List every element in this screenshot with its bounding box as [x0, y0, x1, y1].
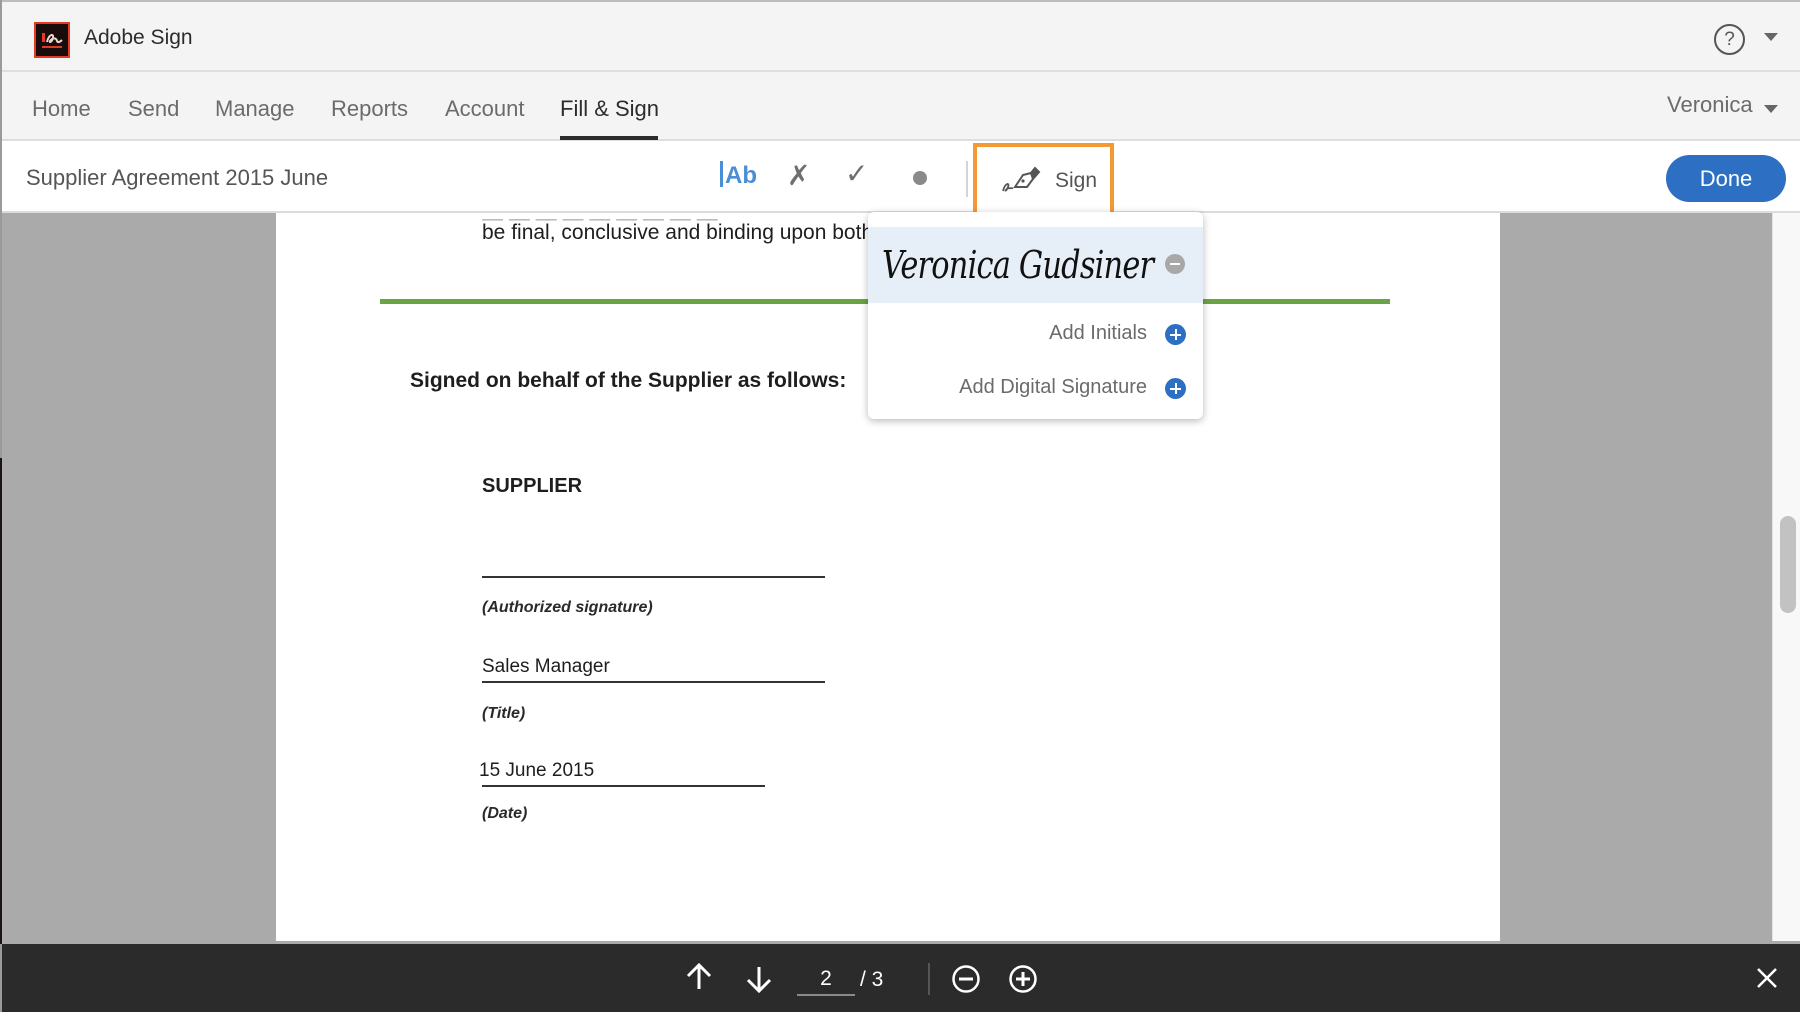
date-field-line: [482, 785, 765, 787]
app-window: Adobe Sign ? Home Send Manage Reports Ac…: [0, 0, 1800, 1012]
add-digital-signature-plus-icon[interactable]: [1165, 378, 1186, 399]
pager-divider: [928, 963, 930, 995]
signature-preview[interactable]: Veronica Gudsiner: [882, 243, 1154, 287]
user-menu[interactable]: Veronica: [1667, 92, 1753, 118]
nav-manage[interactable]: Manage: [215, 96, 295, 122]
active-tab-indicator: [560, 136, 658, 140]
nav-fill-and-sign[interactable]: Fill & Sign: [560, 96, 659, 122]
page-total: / 3: [860, 968, 884, 991]
app-title: Adobe Sign: [84, 26, 193, 49]
arrow-up-icon[interactable]: [684, 962, 714, 992]
close-icon[interactable]: [1755, 966, 1779, 990]
page-number-input[interactable]: 2: [797, 962, 855, 996]
title-caption: (Title): [482, 705, 526, 722]
dot-tool[interactable]: [913, 171, 927, 185]
chevron-down-icon[interactable]: [1764, 105, 1778, 113]
nav-account[interactable]: Account: [445, 96, 525, 122]
date-caption: (Date): [482, 805, 528, 822]
sign-button-label: Sign: [1055, 169, 1098, 192]
signature-line[interactable]: [482, 576, 825, 578]
fill-sign-toolbar: Supplier Agreement 2015 June Ab ✗ ✓ Sign…: [0, 141, 1800, 216]
window-edge-dark: [0, 458, 2, 944]
title-field-value[interactable]: Sales Manager: [482, 656, 610, 678]
pen-signature-icon: [1002, 166, 1041, 192]
cross-icon: ✗: [787, 160, 811, 191]
add-text-tool[interactable]: Ab: [720, 161, 757, 190]
page-navigation-bar: 2 / 3: [0, 941, 1800, 1012]
title-field-line: [482, 681, 825, 683]
sign-dropdown-menu: Veronica Gudsiner Add Initials Add Digit…: [868, 212, 1203, 419]
check-icon: ✓: [845, 158, 869, 189]
saved-signature-item[interactable]: Veronica Gudsiner: [868, 227, 1203, 303]
app-header: Adobe Sign ?: [0, 0, 1800, 72]
vertical-scrollbar[interactable]: [1772, 213, 1800, 941]
signature-caption: (Authorized signature): [482, 599, 653, 616]
document-text: be final, conclusive and binding upon bo…: [482, 221, 874, 244]
add-initials-item[interactable]: Add Initials: [1049, 322, 1147, 345]
arrow-down-icon[interactable]: [744, 964, 774, 994]
sign-button[interactable]: Sign: [973, 143, 1114, 216]
add-digital-signature-item[interactable]: Add Digital Signature: [959, 376, 1147, 399]
document-title: Supplier Agreement 2015 June: [26, 165, 329, 190]
help-icon[interactable]: ?: [1714, 24, 1745, 55]
add-initials-plus-icon[interactable]: [1165, 324, 1186, 345]
text-cursor-icon: [720, 161, 723, 187]
zoom-in-icon[interactable]: [1008, 964, 1038, 994]
main-nav: Home Send Manage Reports Account Fill & …: [0, 72, 1800, 141]
adobe-sign-logo-icon[interactable]: [34, 22, 70, 58]
nav-reports[interactable]: Reports: [331, 96, 408, 122]
nav-send[interactable]: Send: [128, 96, 179, 122]
signature-block-heading: Signed on behalf of the Supplier as foll…: [410, 369, 847, 392]
cross-mark-tool[interactable]: ✗: [787, 159, 810, 192]
done-button[interactable]: Done: [1666, 155, 1786, 202]
scrollbar-thumb[interactable]: [1780, 516, 1796, 613]
nav-home[interactable]: Home: [32, 96, 91, 122]
zoom-out-icon[interactable]: [951, 964, 981, 994]
help-menu-caret-icon[interactable]: [1764, 33, 1778, 41]
toolbar-divider: [966, 161, 968, 197]
remove-circle-icon[interactable]: [1165, 254, 1185, 274]
check-mark-tool[interactable]: ✓: [845, 157, 868, 190]
text-tool-label: Ab: [725, 162, 757, 189]
party-label: SUPPLIER: [482, 475, 583, 497]
date-field-value[interactable]: 15 June 2015: [479, 760, 594, 782]
